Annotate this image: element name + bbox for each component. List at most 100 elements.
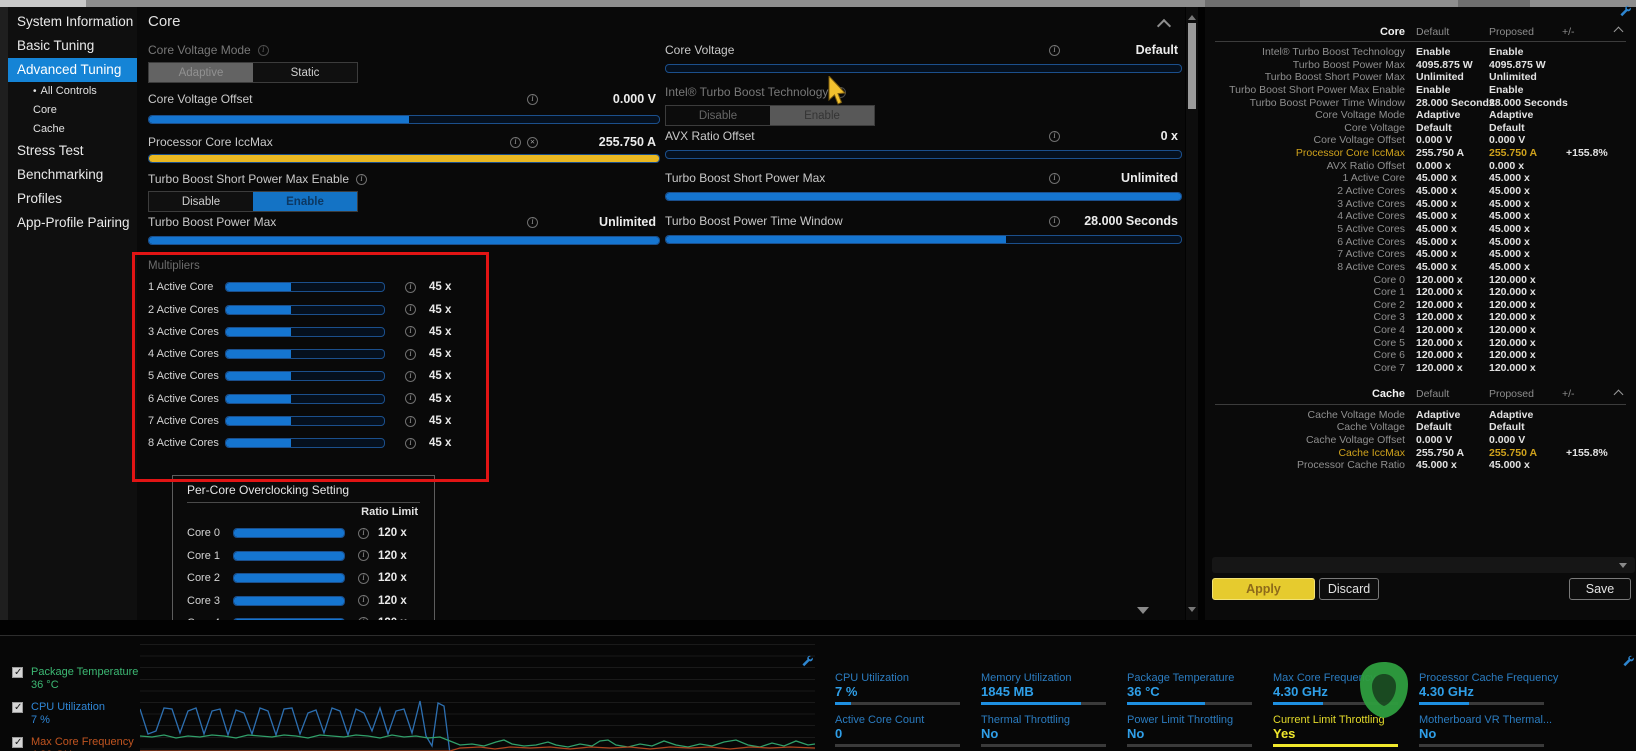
info-icon[interactable] — [257, 44, 269, 56]
info-icon[interactable] — [527, 93, 538, 105]
setting-row: Core Voltage Offset 0.000 V 0.000 V — [1205, 134, 1636, 147]
processor-core-iccmax-slider[interactable] — [148, 154, 660, 163]
info-icon[interactable] — [1049, 44, 1060, 56]
ratio-limit-slider[interactable] — [233, 617, 345, 620]
sidebar-item-basic-tuning[interactable]: Basic Tuning — [8, 34, 137, 58]
info-icon[interactable] — [527, 216, 538, 228]
option-enable[interactable]: Enable — [770, 106, 874, 125]
save-button[interactable]: Save — [1569, 578, 1631, 600]
panel-settings-wrench-icon[interactable] — [1618, 4, 1631, 17]
proposed-value: 255.750 A — [1489, 446, 1538, 459]
delta-value — [1557, 198, 1566, 211]
ratio-limit-slider[interactable] — [233, 573, 345, 584]
control-value: 28.000 Seconds — [1084, 214, 1178, 228]
proposed-value: 45.000 x — [1489, 248, 1530, 261]
tile-bar-fill — [1127, 702, 1205, 705]
control-label: Intel® Turbo Boost Technology — [665, 85, 829, 99]
ratio-limit-slider[interactable] — [233, 528, 345, 539]
setting-row: Intel® Turbo Boost Technology Enable Enabl… — [1205, 46, 1636, 59]
option-disable[interactable]: Disable — [666, 106, 770, 125]
setting-label: AVX Ratio Offset — [1326, 159, 1405, 172]
default-value: 120.000 x — [1416, 286, 1463, 299]
graph-line-cpu-utilization — [140, 700, 451, 751]
tile-value: 7 % — [835, 684, 858, 699]
proposed-value: 45.000 x — [1489, 185, 1530, 198]
scroll-up-icon[interactable] — [1188, 11, 1196, 20]
discard-button[interactable]: Discard — [1319, 578, 1379, 600]
option-disable[interactable]: Disable — [149, 192, 253, 211]
proposed-value: Adaptive — [1489, 109, 1534, 122]
info-icon[interactable] — [358, 594, 369, 607]
delta-value — [1557, 261, 1566, 274]
sidebar-item-benchmarking[interactable]: Benchmarking — [8, 163, 137, 187]
info-icon[interactable] — [358, 616, 369, 620]
option-adaptive[interactable]: Adaptive — [149, 63, 253, 82]
collapse-chevron-icon[interactable] — [1613, 389, 1624, 400]
proposed-value: 0.000 x — [1489, 159, 1525, 172]
sidebar-item-core[interactable]: Core — [8, 101, 137, 120]
tile-bar-fill — [1419, 702, 1469, 705]
sidebar-item-app-profile-pairing[interactable]: App-Profile Pairing — [8, 211, 137, 235]
sidebar-item-profiles[interactable]: Profiles — [8, 187, 137, 211]
graph-settings-wrench-icon[interactable] — [800, 654, 813, 667]
info-icon[interactable] — [358, 572, 369, 584]
legend-checkbox[interactable] — [12, 736, 23, 749]
sidebar-item-advanced-tuning[interactable]: Advanced Tuning — [8, 58, 137, 82]
mouse-cursor — [828, 76, 847, 105]
tile-value: 36 °C — [1127, 684, 1160, 699]
info-icon[interactable] — [356, 173, 367, 185]
turbo-boost-power-max-slider[interactable] — [148, 236, 660, 245]
info-icon[interactable] — [358, 549, 369, 562]
setting-row: Turbo Boost Short Power Max Unlimited Unli… — [1205, 71, 1636, 84]
tile-label: Memory Utilization — [981, 672, 1072, 684]
sidebar-item-cache[interactable]: Cache — [8, 120, 137, 139]
option-static[interactable]: Static — [253, 63, 357, 82]
default-value: 45.000 x — [1416, 197, 1457, 210]
tile-label: Motherboard VR Thermal... — [1419, 714, 1553, 726]
sidebar-item-all-controls[interactable]: • All Controls — [8, 82, 137, 101]
collapse-chevron-icon[interactable] — [1613, 26, 1624, 37]
info-icon[interactable] — [358, 527, 369, 539]
avx-ratio-offset-slider[interactable] — [665, 150, 1182, 159]
scroll-down-icon[interactable] — [1188, 607, 1196, 616]
delta-value — [1557, 337, 1566, 350]
tile-bar-fill — [1273, 702, 1323, 705]
apply-button[interactable]: Apply — [1212, 578, 1315, 600]
tile-bar-fill — [981, 702, 1081, 705]
sidebar-item-stress-test[interactable]: Stress Test — [8, 139, 137, 163]
info-icon[interactable] — [510, 136, 521, 148]
setting-row: Core 1 120.000 x 120.000 x — [1205, 286, 1636, 299]
info-icon[interactable] — [1049, 172, 1060, 184]
turbo-boost-short-power-max-slider[interactable] — [665, 192, 1182, 201]
setting-row: Core Voltage Default Default — [1205, 122, 1636, 135]
info-icon[interactable] — [1049, 215, 1060, 227]
ratio-limit-header: Ratio Limit — [361, 506, 418, 518]
delta-value — [1557, 236, 1566, 249]
core-voltage-slider[interactable] — [665, 64, 1182, 73]
scroll-down-icon[interactable] — [1137, 607, 1149, 620]
proposed-value: 45.000 x — [1489, 459, 1530, 472]
ratio-limit-slider[interactable] — [233, 595, 345, 606]
profile-dropdown[interactable] — [1212, 557, 1635, 573]
control-value: Unlimited — [1121, 171, 1178, 185]
proposed-value: 120.000 x — [1489, 324, 1536, 337]
legend-checkbox[interactable] — [12, 666, 23, 679]
ratio-limit-slider[interactable] — [233, 550, 345, 561]
info-icon[interactable] — [1049, 130, 1060, 142]
delta-value — [1557, 172, 1566, 185]
turbo-boost-power-time-window-slider[interactable] — [665, 235, 1182, 244]
option-enable[interactable]: Enable — [253, 192, 357, 211]
tiles-settings-wrench-icon[interactable] — [1621, 654, 1634, 667]
collapse-chevron-icon[interactable] — [1156, 18, 1172, 34]
proposed-value: 45.000 x — [1489, 235, 1530, 248]
scrollbar-thumb[interactable] — [1188, 23, 1196, 109]
core-voltage-offset-slider[interactable] — [148, 115, 660, 124]
delta-value — [1557, 223, 1566, 236]
graph-line-package-temperature — [140, 734, 815, 748]
core-table-rows: Intel® Turbo Boost Technology Enable Enabl… — [1205, 46, 1636, 375]
sidebar-item-label: System Information — [17, 14, 134, 29]
main-scrollbar[interactable] — [1186, 7, 1198, 620]
legend-checkbox[interactable] — [12, 701, 23, 714]
sidebar-item-system-information[interactable]: System Information — [8, 10, 137, 34]
reset-icon[interactable] — [527, 136, 538, 148]
